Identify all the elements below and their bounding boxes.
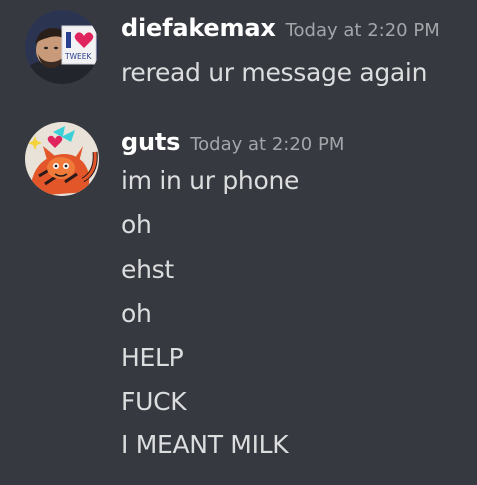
message-content: I MEANT MILK [121,430,289,459]
avatar-sign-text: TWEEK [64,52,92,61]
avatar-image [25,122,99,196]
message-content: reread ur message again [121,58,428,87]
message-content: im in ur phone [121,166,300,195]
chat-message-list: TWEEK diefakemax Today at 2:20 PM reread … [0,0,477,485]
timestamp: Today at 2:20 PM [285,20,440,41]
avatar[interactable] [25,122,99,196]
message-content: HELP [121,343,184,372]
message-header: guts Today at 2:20 PM [121,128,344,156]
message-content: FUCK [121,387,187,416]
message-content: oh [121,299,152,328]
username[interactable]: diefakemax [121,14,276,42]
avatar[interactable]: TWEEK [25,10,99,84]
timestamp: Today at 2:20 PM [190,134,345,155]
message-content: oh [121,210,152,239]
avatar-image: TWEEK [25,10,99,84]
message-header: diefakemax Today at 2:20 PM [121,14,440,42]
username[interactable]: guts [121,128,180,156]
message-content: ehst [121,255,174,284]
